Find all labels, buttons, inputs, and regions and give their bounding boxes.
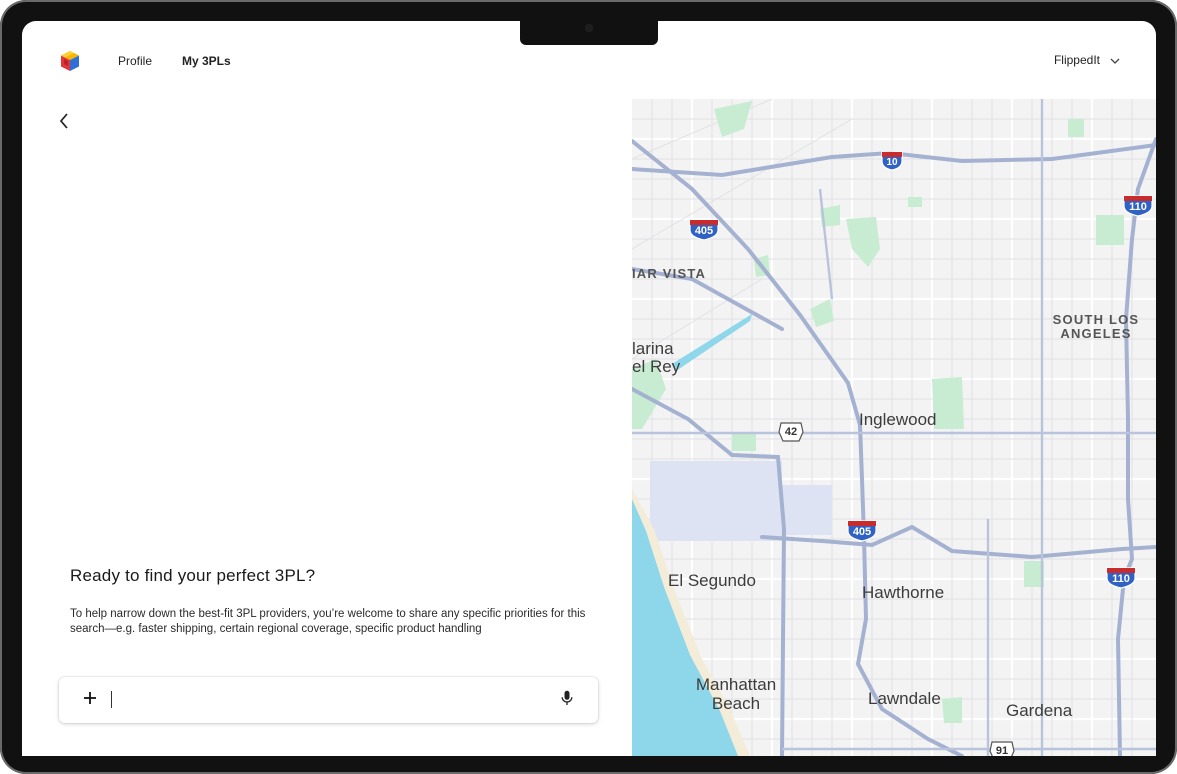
shield-label: 110 <box>1129 201 1147 213</box>
chevron-left-icon <box>59 112 69 134</box>
back-button[interactable] <box>52 111 76 135</box>
place-label-mar-vista: IAR VISTA <box>632 266 707 281</box>
place-label-lawndale: Lawndale <box>868 689 941 708</box>
app-screen: Profile My 3PLs FlippedIt Ready to find … <box>22 21 1156 756</box>
place-label-hawthorne: Hawthorne <box>862 583 945 602</box>
place-label-manhattan-beach: Manhattan Beach <box>695 675 777 713</box>
interstate-shield-405-south: 405 <box>847 518 877 542</box>
prompt-title: Ready to find your perfect 3PL? <box>70 566 316 585</box>
place-label-marina: larina <box>632 339 674 358</box>
chevron-down-icon <box>1110 53 1120 67</box>
camera-icon <box>586 25 592 31</box>
nav-link-my-3pls[interactable]: My 3PLs <box>182 54 231 68</box>
interstate-shield-405-north: 405 <box>689 217 719 241</box>
shield-label: 42 <box>784 426 798 438</box>
shield-label: 405 <box>852 526 872 538</box>
prompt-description: To help narrow down the best-fit 3PL pro… <box>70 608 586 635</box>
camera-notch <box>520 21 658 45</box>
shield-label: 91 <box>995 745 1009 756</box>
shield-label: 405 <box>694 225 714 237</box>
chat-input-bar <box>59 677 598 723</box>
place-label-el-segundo: El Segundo <box>668 571 756 590</box>
state-route-shield-42: 42 <box>778 422 804 442</box>
place-label-gardena: Gardena <box>1006 701 1073 720</box>
microphone-button[interactable] <box>556 689 578 711</box>
interstate-shield-110-south: 110 <box>1106 565 1136 589</box>
shield-label: 110 <box>1112 573 1130 585</box>
add-attachment-button[interactable] <box>79 689 101 711</box>
search-input[interactable] <box>111 687 545 715</box>
account-name: FlippedIt <box>1053 53 1100 67</box>
place-label-del-rey: el Rey <box>632 357 681 376</box>
cube-logo-icon[interactable] <box>58 49 82 73</box>
state-route-shield-91: 91 <box>989 741 1015 756</box>
place-label-inglewood: Inglewood <box>859 410 937 429</box>
nav-link-profile[interactable]: Profile <box>118 54 152 68</box>
chat-panel: Ready to find your perfect 3PL? To help … <box>22 99 631 756</box>
text-cursor <box>111 691 112 708</box>
place-label-south-los-angeles: SOUTH LOS ANGELES <box>1052 312 1140 341</box>
device-frame: Profile My 3PLs FlippedIt Ready to find … <box>0 0 1177 774</box>
map-view[interactable]: 10 405 110 42 405 110 91 IAR VISTA SOUTH… <box>632 99 1156 756</box>
interstate-shield-10: 10 <box>881 149 903 171</box>
shield-label: 10 <box>886 157 898 168</box>
interstate-shield-110-north: 110 <box>1123 193 1153 217</box>
plus-icon <box>83 691 97 710</box>
account-menu[interactable]: FlippedIt <box>1054 53 1120 67</box>
microphone-icon <box>561 690 573 711</box>
